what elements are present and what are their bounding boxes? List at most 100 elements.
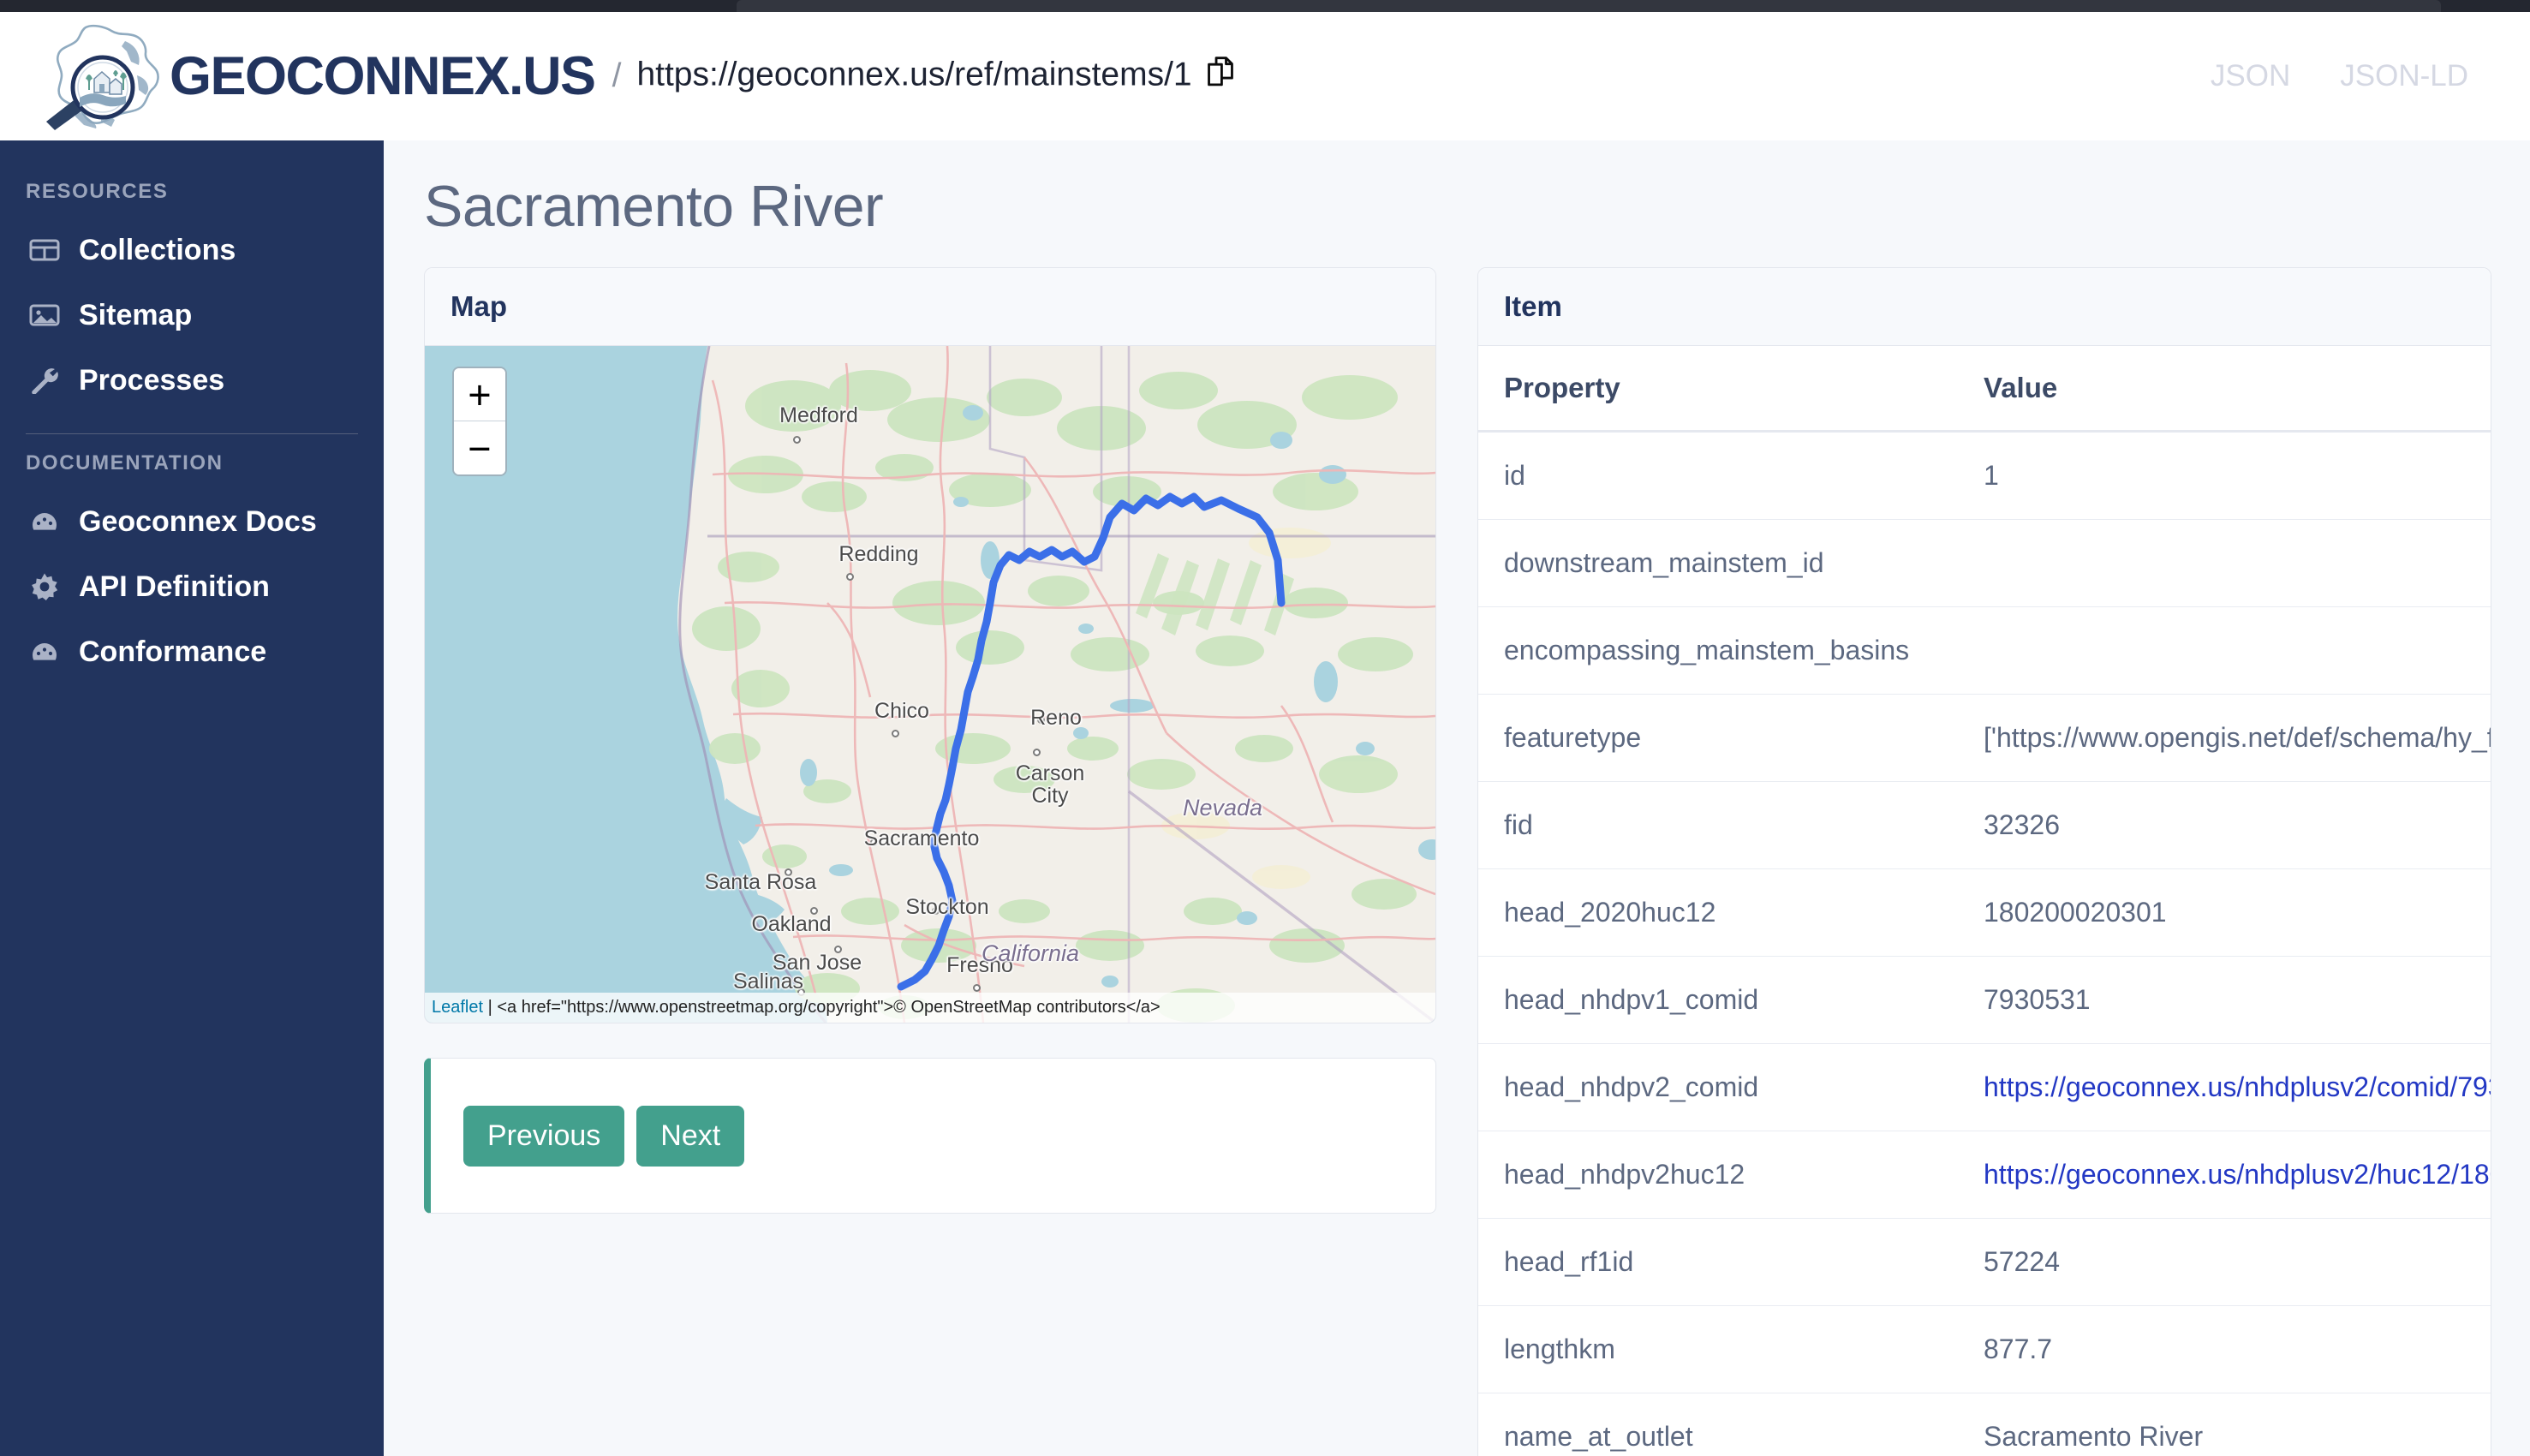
- table-icon: [26, 233, 63, 267]
- sidebar-item-sitemap[interactable]: Sitemap: [0, 283, 384, 348]
- property-cell: name_at_outlet: [1478, 1393, 1958, 1456]
- gauge-icon: [26, 504, 63, 539]
- property-cell: downstream_mainstem_id: [1478, 519, 1958, 607]
- value-cell: [1958, 606, 2491, 695]
- value-link[interactable]: https://geoconnex.us/nhdplusv2/huc12/180: [1984, 1159, 2491, 1190]
- value-cell: 32326: [1958, 781, 2491, 869]
- property-cell: head_nhdpv1_comid: [1478, 956, 1958, 1044]
- sidebar-item-geoconnex-docs[interactable]: Geoconnex Docs: [0, 489, 384, 554]
- map-card-title: Map: [451, 290, 507, 322]
- property-cell: fid: [1478, 781, 1958, 869]
- left-column: Map + − Medford Redding Chico Reno Carso…: [424, 267, 1436, 1214]
- sidebar-nav: RESOURCES Collections Sitemap Processes …: [0, 140, 384, 1456]
- breadcrumb-separator: /: [612, 57, 622, 94]
- sidebar-item-api-definition[interactable]: API Definition: [0, 554, 384, 619]
- main-content: Sacramento River Map + − Medford Redding…: [384, 140, 2530, 1456]
- sidebar-item-label: Geoconnex Docs: [79, 504, 317, 538]
- sidebar-item-label: Conformance: [79, 635, 267, 668]
- sidebar-item-processes[interactable]: Processes: [0, 348, 384, 413]
- table-row: head_nhdpv2huc12 https://geoconnex.us/nhd…: [1478, 1131, 2491, 1219]
- value-cell[interactable]: https://geoconnex.us/nhdplusv2/huc12/180: [1958, 1131, 2491, 1219]
- column-header-value: Value: [1958, 346, 2491, 433]
- value-cell: Sacramento River: [1958, 1393, 2491, 1456]
- table-row: downstream_mainstem_id: [1478, 519, 2491, 607]
- brand-home-link[interactable]: GEOCONNEX.US: [41, 22, 596, 130]
- property-cell: id: [1478, 431, 1958, 520]
- previous-button[interactable]: Previous: [463, 1105, 625, 1167]
- table-row: head_2020huc12 180200020301: [1478, 868, 2491, 957]
- zoom-out-button[interactable]: −: [454, 421, 505, 474]
- sidebar-section-documentation-label: DOCUMENTATION: [26, 451, 224, 474]
- attribution-separator: |: [483, 998, 498, 1017]
- item-card-title: Item: [1504, 290, 1562, 322]
- map-city-dot: [834, 946, 842, 953]
- sidebar-item-conformance[interactable]: Conformance: [0, 619, 384, 684]
- map-city-dot: [1033, 749, 1041, 756]
- map-city-dot: [810, 907, 818, 915]
- zoom-in-button[interactable]: +: [454, 368, 505, 421]
- property-cell: featuretype: [1478, 694, 1958, 782]
- map-zoom-control: + −: [452, 367, 507, 476]
- sidebar-item-label: Sitemap: [79, 298, 193, 331]
- breadcrumb-url: https://geoconnex.us/ref/mainstems/1: [636, 56, 1234, 97]
- sidebar-item-label: Collections: [79, 233, 236, 266]
- value-cell: 1: [1958, 431, 2491, 520]
- table-row: name_at_outlet Sacramento River: [1478, 1393, 2491, 1456]
- table-header-row: Property Value: [1478, 346, 2491, 433]
- sidebar-divider: [26, 433, 358, 434]
- property-cell: encompassing_mainstem_basins: [1478, 606, 1958, 695]
- column-header-property: Property: [1478, 346, 1958, 433]
- map-city-dot: [973, 984, 981, 992]
- property-cell: head_rf1id: [1478, 1218, 1958, 1306]
- json-ld-link[interactable]: JSON-LD: [2340, 59, 2468, 93]
- table-row: lengthkm 877.7: [1478, 1305, 2491, 1393]
- wrench-icon: [26, 363, 63, 397]
- right-column: Item Property Value id 1 downstream_mainst…: [1477, 267, 2491, 1456]
- leaflet-map[interactable]: + − Medford Redding Chico Reno Carson City Sa…: [425, 346, 1435, 1023]
- item-table: Property Value id 1 downstream_mainstem_id…: [1478, 346, 2491, 1456]
- table-row: id 1: [1478, 431, 2491, 520]
- map-card-header: Map: [425, 268, 1435, 346]
- next-button[interactable]: Next: [636, 1105, 745, 1167]
- page-title: Sacramento River: [424, 174, 884, 239]
- map-city-dot: [846, 573, 854, 581]
- table-row: head_nhdpv2_comid https://geoconnex.us/nh…: [1478, 1043, 2491, 1131]
- content-columns: Map + − Medford Redding Chico Reno Carso…: [384, 267, 2530, 1456]
- map-city-dot: [932, 907, 940, 915]
- item-card-header: Item: [1478, 268, 2491, 346]
- sidebar-item-label: API Definition: [79, 570, 270, 603]
- table-row: featuretype ['https://www.opengis.net/def…: [1478, 694, 2491, 782]
- table-row: fid 32326: [1478, 781, 2491, 869]
- gear-icon: [26, 570, 63, 604]
- item-table-wrapper: Property Value id 1 downstream_mainstem_id…: [1478, 346, 2491, 1456]
- value-cell: 180200020301: [1958, 868, 2491, 957]
- map-city-dot: [785, 868, 792, 876]
- image-icon: [26, 298, 63, 332]
- map-city-dot: [1037, 716, 1045, 724]
- table-row: head_nhdpv1_comid 7930531: [1478, 956, 2491, 1044]
- table-row: encompassing_mainstem_basins: [1478, 606, 2491, 695]
- copy-icon[interactable]: [1206, 56, 1235, 97]
- brand-wordmark: GEOCONNEX.US: [170, 46, 596, 106]
- browser-tab[interactable]: [737, 0, 2441, 12]
- header-format-links: JSON JSON-LD: [2211, 59, 2468, 93]
- attribution-text: <a href="https://www.openstreetmap.org/c…: [497, 998, 1161, 1017]
- sidebar-section-resources-label: RESOURCES: [26, 180, 169, 203]
- table-row: head_rf1id 57224: [1478, 1218, 2491, 1306]
- property-cell: head_nhdpv2_comid: [1478, 1043, 1958, 1131]
- value-link[interactable]: https://geoconnex.us/nhdplusv2/comid/793: [1984, 1071, 2491, 1102]
- map-card: Map + − Medford Redding Chico Reno Carso…: [424, 267, 1436, 1023]
- value-cell[interactable]: https://geoconnex.us/nhdplusv2/comid/793: [1958, 1043, 2491, 1131]
- json-link[interactable]: JSON: [2211, 59, 2290, 93]
- value-cell: 877.7: [1958, 1305, 2491, 1393]
- browser-chrome-strip: [0, 0, 2530, 12]
- site-header: GEOCONNEX.US / https://geoconnex.us/ref/…: [0, 12, 2530, 140]
- sidebar-item-collections[interactable]: Collections: [0, 218, 384, 283]
- item-table-body: id 1 downstream_mainstem_id encompassing_ma…: [1478, 431, 2491, 1456]
- leaflet-link[interactable]: Leaflet: [432, 998, 483, 1017]
- property-cell: head_2020huc12: [1478, 868, 1958, 957]
- value-cell: 57224: [1958, 1218, 2491, 1306]
- gauge-icon: [26, 635, 63, 669]
- pagination-card: Previous Next: [424, 1058, 1436, 1214]
- property-cell: head_nhdpv2huc12: [1478, 1131, 1958, 1219]
